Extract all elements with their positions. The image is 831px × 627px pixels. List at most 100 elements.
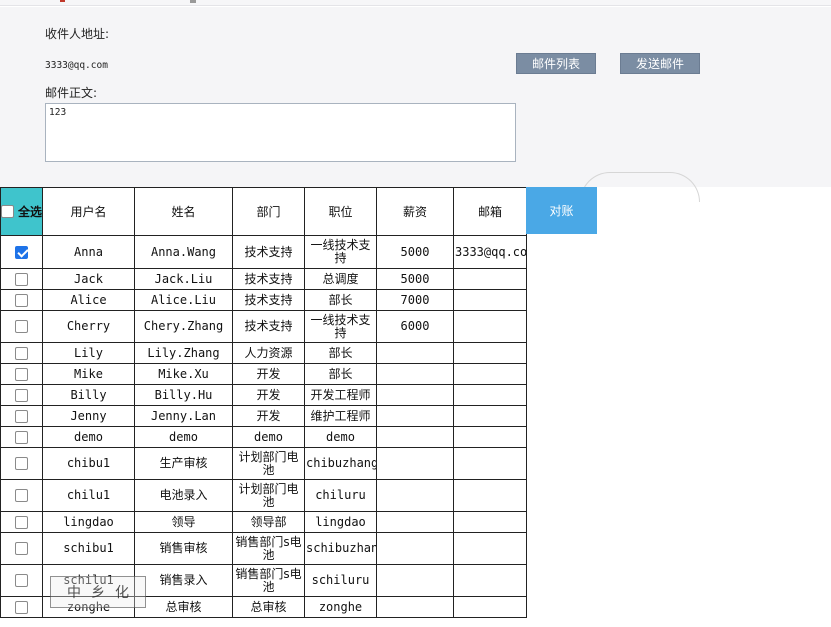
cell-salary: 5000 <box>376 268 454 290</box>
cell-salary <box>376 342 454 364</box>
cell-department: 技术支持 <box>232 235 305 269</box>
header-name: 姓名 <box>134 187 233 236</box>
reconcile-button[interactable]: 对账 <box>526 187 597 234</box>
watermark-char: 乡 <box>91 585 105 601</box>
cell-name: Jack.Liu <box>134 268 233 290</box>
cell-salary: 7000 <box>376 289 454 311</box>
row-checkbox[interactable] <box>15 600 28 614</box>
cell-email <box>453 268 527 290</box>
cell-name: Lily.Zhang <box>134 342 233 364</box>
cell-department: 开发 <box>232 384 305 406</box>
cell-position: schibuzhang <box>304 532 377 565</box>
row-select-cell <box>0 310 43 343</box>
row-select-cell <box>0 426 43 448</box>
cell-position: zonghe <box>304 596 377 618</box>
row-select-cell <box>0 405 43 427</box>
row-select-cell <box>0 342 43 364</box>
cell-username: Jack <box>42 268 135 290</box>
cell-email <box>453 310 527 343</box>
row-select-cell <box>0 447 43 480</box>
cell-position: 开发工程师 <box>304 384 377 406</box>
cell-salary <box>376 511 454 533</box>
row-select-cell <box>0 511 43 533</box>
cell-salary <box>376 532 454 565</box>
table-row: Jenny Jenny.Lan 开发 维护工程师 <box>0 405 527 427</box>
cell-salary <box>376 479 454 512</box>
mail-body-textarea[interactable]: 123 <box>45 103 516 162</box>
cell-name: 销售录入 <box>134 564 233 597</box>
cell-department: 技术支持 <box>232 289 305 311</box>
cell-email <box>453 479 527 512</box>
cell-email <box>453 532 527 565</box>
row-checkbox[interactable] <box>15 320 28 333</box>
cell-email <box>453 363 527 385</box>
cell-department: 计划部门电池 <box>232 479 305 512</box>
row-checkbox[interactable] <box>15 457 28 470</box>
cell-department: 领导部 <box>232 511 305 533</box>
cell-position: 部长 <box>304 363 377 385</box>
cell-email <box>453 596 527 618</box>
cell-position: chiluru <box>304 479 377 512</box>
cell-username: Mike <box>42 363 135 385</box>
row-select-cell <box>0 289 43 311</box>
table-row: Jack Jack.Liu 技术支持 总调度 5000 <box>0 268 527 290</box>
row-checkbox[interactable] <box>15 542 28 555</box>
row-checkbox[interactable] <box>15 293 28 307</box>
row-checkbox[interactable] <box>15 272 28 286</box>
cell-department: 技术支持 <box>232 268 305 290</box>
cell-username: Billy <box>42 384 135 406</box>
cell-position: 维护工程师 <box>304 405 377 427</box>
select-all-header[interactable]: 全选 <box>0 187 43 236</box>
header-salary: 薪资 <box>376 187 454 236</box>
table-row: AnnaAnna.Wang技术支持一线技术支持50003333@qq.com <box>0 235 527 269</box>
row-select-cell <box>0 532 43 565</box>
cell-name: Alice.Liu <box>134 289 233 311</box>
cell-username: chibu1 <box>42 447 135 480</box>
row-checkbox[interactable] <box>15 388 28 402</box>
table-row: demo demo demo demo <box>0 426 527 448</box>
select-all-checkbox[interactable] <box>1 205 14 218</box>
row-checkbox[interactable] <box>15 574 28 587</box>
cell-department: 计划部门电池 <box>232 447 305 480</box>
mail-list-button[interactable]: 邮件列表 <box>516 53 596 74</box>
tab-marker <box>60 0 65 2</box>
table-row: Billy Billy.Hu 开发 开发工程师 <box>0 384 527 406</box>
row-checkbox[interactable] <box>15 367 28 381</box>
row-select-cell <box>0 596 43 618</box>
row-checkbox[interactable] <box>15 430 28 444</box>
cell-position: 一线技术支持 <box>304 310 377 343</box>
row-select-cell <box>0 235 43 269</box>
cell-position: 部长 <box>304 342 377 364</box>
cell-name: Billy.Hu <box>134 384 233 406</box>
cell-name: 电池录入 <box>134 479 233 512</box>
send-mail-button[interactable]: 发送邮件 <box>620 53 700 74</box>
cell-name: Mike.Xu <box>134 363 233 385</box>
row-checkbox[interactable] <box>15 489 28 502</box>
mail-body-label: 邮件正文: <box>45 86 98 100</box>
row-select-cell <box>0 479 43 512</box>
cell-email <box>453 426 527 448</box>
row-checkbox[interactable] <box>15 515 28 529</box>
cell-name: 生产审核 <box>134 447 233 480</box>
row-checkbox[interactable] <box>15 409 28 423</box>
row-checkbox[interactable] <box>15 245 28 259</box>
browser-top-strip <box>0 0 831 6</box>
select-all-label: 全选 <box>18 205 43 219</box>
row-checkbox[interactable] <box>15 346 28 360</box>
watermark-char: 化 <box>115 585 129 601</box>
watermark-seal: 中 乡 化 <box>50 576 146 608</box>
cell-username: demo <box>42 426 135 448</box>
user-table: 全选 用户名 姓名 部门 职位 薪资 邮箱 Anna Anna.Wang 技术支持一… <box>0 187 527 618</box>
cell-position: 部长 <box>304 289 377 311</box>
cell-email <box>453 289 527 311</box>
recipient-label: 收件人地址: <box>45 27 110 41</box>
header-email: 邮箱 <box>453 187 527 236</box>
recipient-value[interactable]: 3333@qq.com <box>45 60 108 71</box>
cell-salary: 5000 <box>376 235 454 269</box>
cell-position: chibuzhang <box>304 447 377 480</box>
cell-email <box>453 342 527 364</box>
cell-email <box>453 447 527 480</box>
cell-name: Chery.Zhang <box>134 310 233 343</box>
cell-username: Alice <box>42 289 135 311</box>
cell-username: Lily <box>42 342 135 364</box>
